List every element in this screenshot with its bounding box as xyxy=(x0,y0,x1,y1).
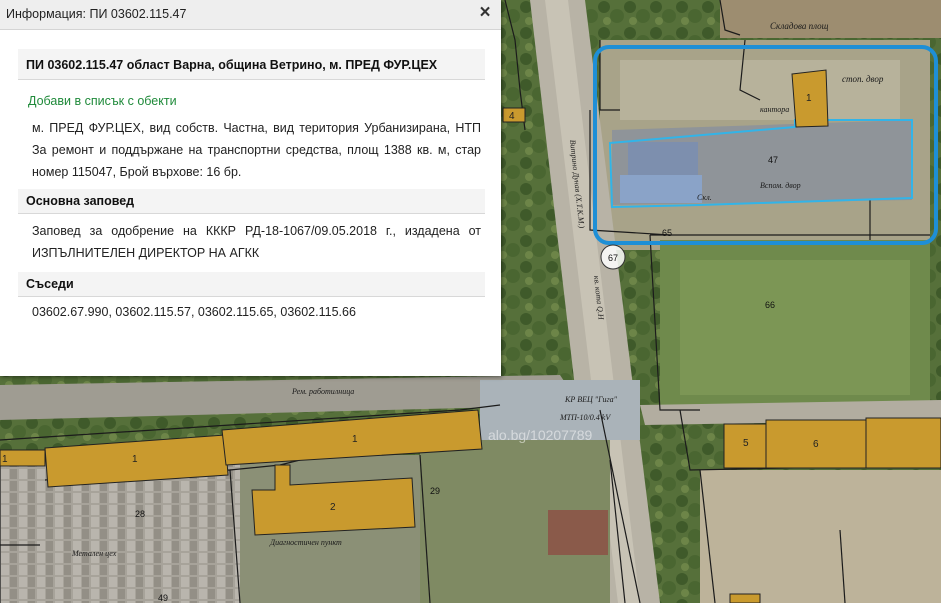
building-number-1-top: 1 xyxy=(806,93,812,104)
building-number-1-left: 1 xyxy=(132,454,138,465)
label-diagnostichen-punkt: Диагностичен пункт xyxy=(269,538,342,547)
label-metalen-ceh: Метален цех xyxy=(71,549,117,558)
building-right xyxy=(865,417,941,469)
order-text: Заповед за одобрение на КККР РД-18-1067/… xyxy=(32,224,481,260)
building-bottom-right xyxy=(729,593,761,603)
watermark: alo.bg/10207789 xyxy=(488,427,593,443)
label-rem-rabotilnica: Рем. работилница xyxy=(291,387,354,396)
neighbors-list: 03602.67.990, 03602.115.57, 03602.115.65… xyxy=(32,305,356,319)
parcel-heading: ПИ 03602.115.47 област Варна, община Вет… xyxy=(18,49,485,80)
add-to-object-list-link[interactable]: Добави в списък с обекти xyxy=(28,94,485,108)
label-vs-dvor: Вспом. двор xyxy=(760,181,801,190)
parcel-number-28: 28 xyxy=(135,509,145,519)
label-kr-vec: КР ВЕЦ "Гига" xyxy=(564,395,618,404)
info-panel: Информация: ПИ 03602.115.47 × ПИ 03602.1… xyxy=(0,0,501,376)
close-icon[interactable]: × xyxy=(477,3,493,23)
neighbors-heading: Съседи xyxy=(18,272,485,297)
label-kantora: канторa xyxy=(760,105,789,114)
building-number-5: 5 xyxy=(743,438,749,449)
road-number-67: 67 xyxy=(600,244,626,270)
parcel-description: м. ПРЕД ФУР.ЦЕХ, вид собств. Частна, вид… xyxy=(32,121,481,179)
parcel-number-47: 47 xyxy=(768,155,778,165)
parcel-number-29: 29 xyxy=(430,486,440,496)
order-heading: Основна заповед xyxy=(18,189,485,214)
svg-text:67: 67 xyxy=(608,253,618,263)
building-number-6: 6 xyxy=(813,439,819,450)
label-stop-dvor: стоп. двор xyxy=(842,74,884,84)
parcel-number-65: 65 xyxy=(662,228,672,238)
building-number-1-edge: 1 xyxy=(2,454,8,465)
label-skladova-plosht: Складова площ xyxy=(770,21,829,31)
building-number-1-mid: 1 xyxy=(352,434,358,445)
label-mtp: МТП-10/0.4 kV xyxy=(559,413,611,422)
building-number-2: 2 xyxy=(330,502,336,513)
info-panel-header: Информация: ПИ 03602.115.47 × xyxy=(0,0,501,30)
label-skl: Скл. xyxy=(697,193,712,202)
parcel-number-49: 49 xyxy=(158,593,168,603)
parcel-number-4: 4 xyxy=(509,111,515,122)
parcel-number-66: 66 xyxy=(765,300,775,310)
info-panel-body: ПИ 03602.115.47 област Варна, община Вет… xyxy=(18,49,485,319)
info-panel-title: Информация: ПИ 03602.115.47 xyxy=(6,7,187,21)
